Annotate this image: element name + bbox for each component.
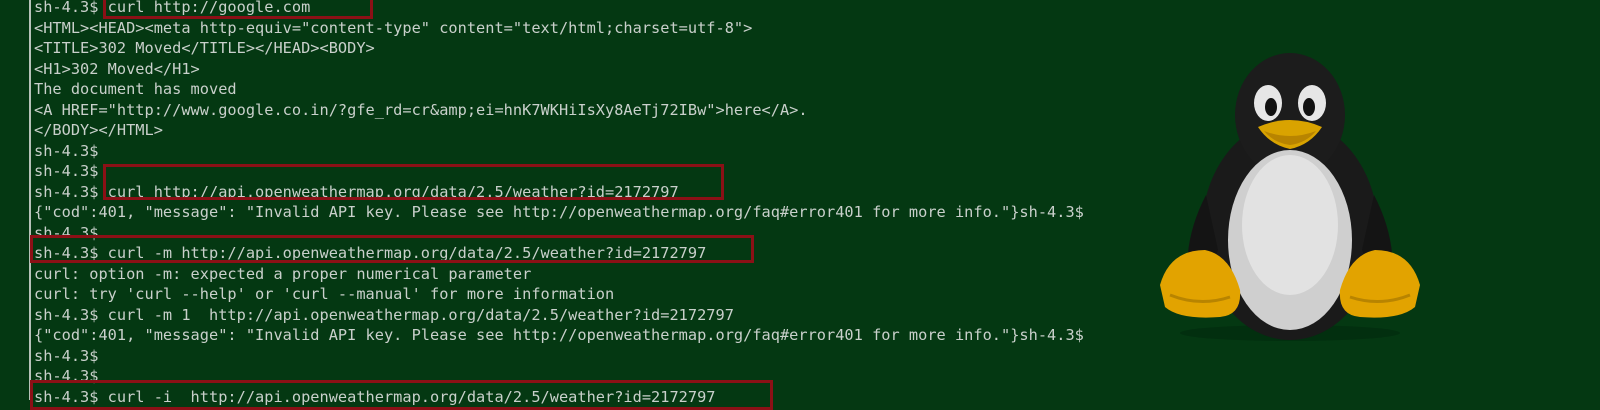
terminal-output: sh-4.3$ curl http://google.com <HTML><HE… [34, 0, 1084, 407]
terminal-line: sh-4.3$ curl -m 1 http://api.openweather… [34, 305, 734, 324]
terminal-line: <HTML><HEAD><meta http-equiv="content-ty… [34, 18, 753, 37]
terminal-line: curl: option -m: expected a proper numer… [34, 264, 532, 283]
terminal-line: sh-4.3$ [34, 346, 99, 365]
tux-penguin-icon [1160, 53, 1420, 341]
terminal-line: <TITLE>302 Moved</TITLE></HEAD><BODY> [34, 39, 375, 57]
terminal-line: sh-4.3$ [34, 141, 99, 160]
terminal-line: {"cod":401, "message": "Invalid API key.… [34, 203, 1084, 221]
command-highlight-box [103, 164, 724, 200]
terminal-line: <H1>302 Moved</H1> [34, 59, 200, 78]
terminal-line: <A HREF="http://www.google.co.in/?gfe_rd… [34, 100, 808, 119]
terminal-line: </BODY></HTML> [34, 121, 163, 139]
command-highlight-box [30, 380, 773, 410]
terminal-line: {"cod":401, "message": "Invalid API key.… [34, 326, 1084, 344]
command-highlight-box [30, 235, 754, 263]
terminal-line: curl: try 'curl --help' or 'curl --manua… [34, 285, 615, 303]
terminal-left-border [29, 0, 31, 400]
terminal-line: The document has moved [34, 80, 237, 98]
terminal-window[interactable]: sh-4.3$ curl http://google.com <HTML><HE… [0, 0, 1600, 410]
command-highlight-box [103, 0, 373, 19]
